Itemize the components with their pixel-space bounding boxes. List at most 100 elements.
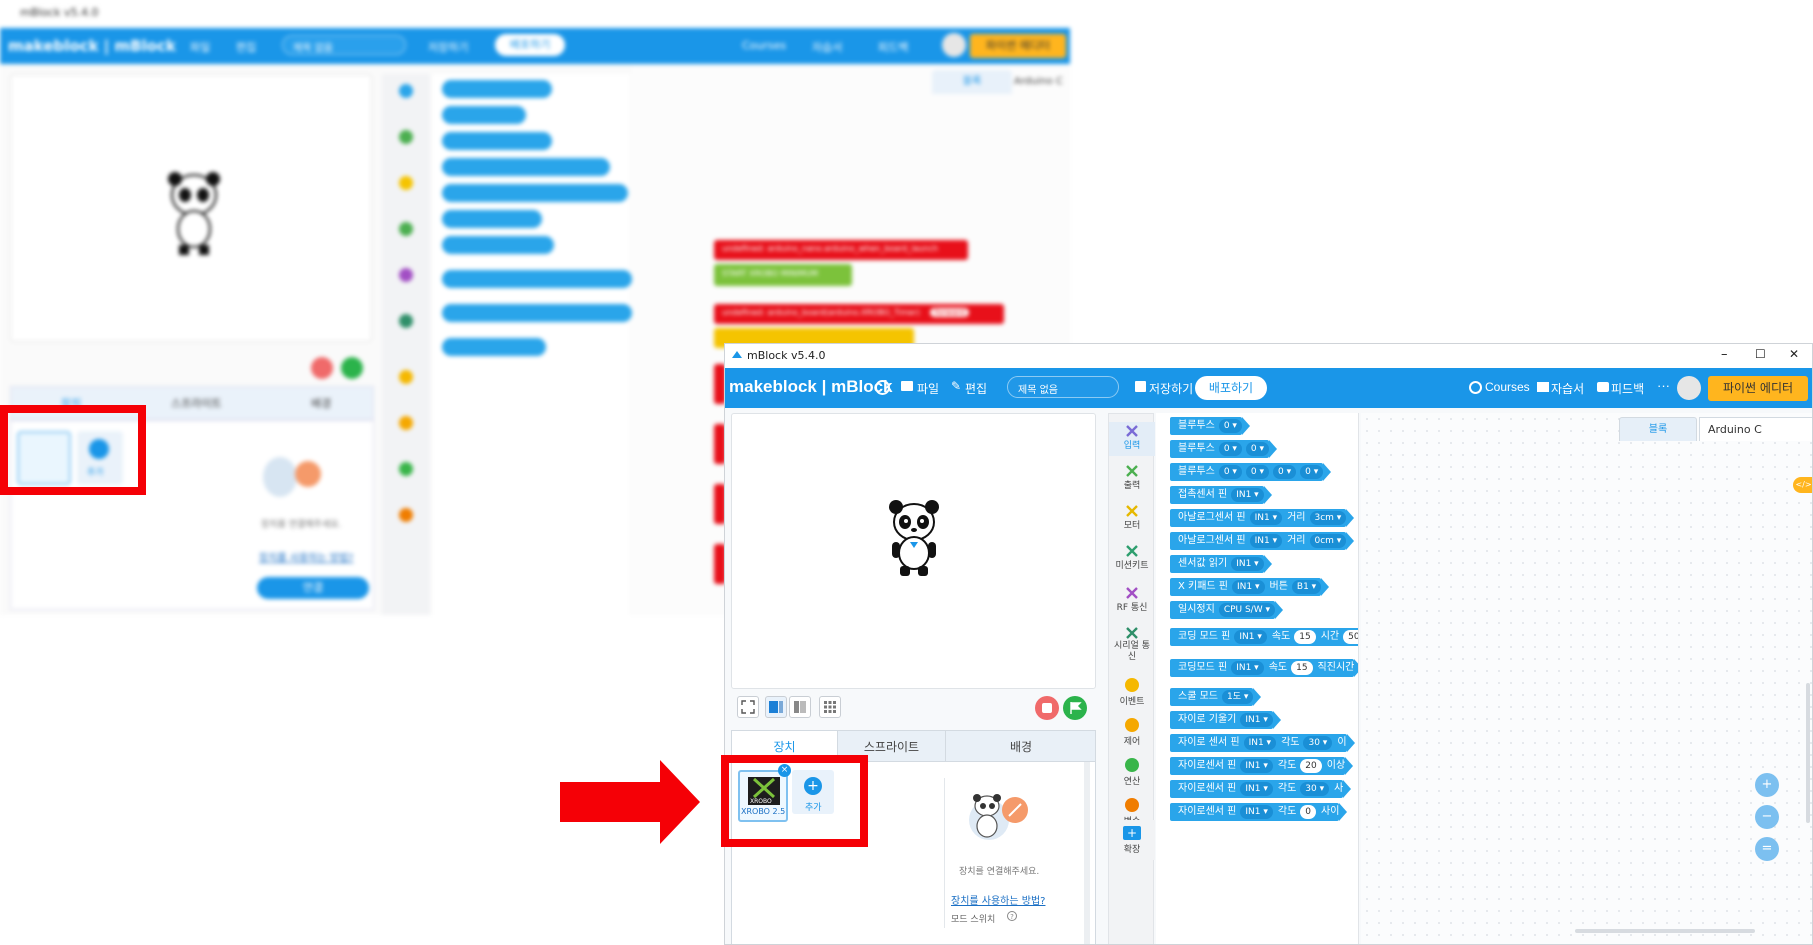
- block-parameter[interactable]: IN1 ▾: [1243, 736, 1277, 750]
- category-output[interactable]: 출력: [1109, 464, 1155, 491]
- go-button[interactable]: [1063, 696, 1087, 720]
- category-input[interactable]: 입력: [1109, 422, 1155, 456]
- palette-block[interactable]: 일시정지 CPU S/W ▾: [1170, 601, 1283, 619]
- grid-view-button[interactable]: [819, 696, 841, 718]
- zoom-in-button[interactable]: +: [1755, 773, 1779, 797]
- zoom-out-button[interactable]: −: [1755, 805, 1779, 829]
- python-editor-button[interactable]: 파이썬 에디터: [1708, 376, 1808, 401]
- palette-block[interactable]: 자이로 센서 핀 IN1 ▾ 각도 30 ▾ 이: [1170, 734, 1355, 752]
- block-parameter[interactable]: 50: [1343, 630, 1358, 644]
- block-parameter[interactable]: 0 ▾: [1218, 465, 1242, 479]
- stage[interactable]: [731, 413, 1096, 689]
- block-parameter[interactable]: 1도 ▾: [1221, 690, 1254, 704]
- menu-file[interactable]: 파일: [917, 380, 939, 397]
- block-parameter[interactable]: 0 ▾: [1245, 442, 1270, 456]
- palette-block[interactable]: 자이로센서 핀 IN1 ▾ 각도 20 이상: [1170, 757, 1354, 775]
- project-name-input[interactable]: 제목 없음: [1007, 376, 1119, 398]
- publish-button[interactable]: 배포하기: [1195, 376, 1267, 400]
- block-label: X 키패드 핀: [1178, 581, 1229, 592]
- block-text: 버튼: [1269, 581, 1288, 592]
- menu-tutorial[interactable]: 자습서: [1551, 380, 1584, 397]
- palette-block[interactable]: 블루투스 0 ▾: [1170, 417, 1250, 435]
- block-parameter[interactable]: 0 ▾: [1300, 465, 1324, 479]
- palette-block[interactable]: 자이로센서 핀 IN1 ▾ 각도 0 사이: [1170, 803, 1348, 821]
- palette-block[interactable]: 코딩모드 핀 IN1 ▾ 속도 15 직진시간: [1170, 659, 1358, 677]
- script-canvas[interactable]: 블록 Arduino C </> + − =: [1361, 413, 1812, 944]
- palette-block[interactable]: 스쿨 모드 1도 ▾: [1170, 688, 1262, 706]
- stop-button[interactable]: [1035, 696, 1059, 720]
- fullscreen-button[interactable]: [737, 696, 759, 718]
- layout-small-button[interactable]: [789, 696, 811, 718]
- code-toggle-icon[interactable]: </>: [1793, 477, 1812, 493]
- save-button[interactable]: 저장하기: [1149, 380, 1193, 397]
- category-serial[interactable]: 시리얼 통신: [1109, 626, 1155, 663]
- block-text: 속도: [1268, 662, 1288, 673]
- category-control[interactable]: 제어: [1109, 718, 1155, 747]
- bg-connect-button: 연결: [257, 577, 369, 599]
- canvas-horizontal-scrollbar[interactable]: [1575, 929, 1755, 933]
- tab-arduino-c[interactable]: Arduino C: [1699, 417, 1812, 441]
- close-button[interactable]: ✕: [1789, 347, 1799, 361]
- palette-block[interactable]: 블루투스 0 ▾ 0 ▾ 0 ▾ 0 ▾: [1170, 463, 1332, 481]
- maximize-button[interactable]: ☐: [1755, 347, 1766, 361]
- panda-sprite-icon[interactable]: [884, 496, 944, 578]
- menu-courses[interactable]: Courses: [1485, 380, 1530, 394]
- globe-icon[interactable]: [875, 380, 890, 395]
- palette-block[interactable]: 블루투스 0 ▾ 0 ▾: [1170, 440, 1278, 458]
- block-parameter[interactable]: IN1 ▾: [1249, 534, 1283, 548]
- more-icon[interactable]: ···: [1657, 378, 1670, 393]
- layout-large-button[interactable]: [765, 696, 787, 718]
- block-parameter[interactable]: 3cm ▾: [1309, 511, 1347, 525]
- block-parameter[interactable]: IN1 ▾: [1240, 759, 1273, 773]
- block-parameter[interactable]: 0cm ▾: [1309, 534, 1347, 548]
- tab-background[interactable]: 배경: [946, 731, 1096, 763]
- block-parameter[interactable]: 20: [1300, 759, 1322, 773]
- block-parameter[interactable]: IN1 ▾: [1231, 557, 1264, 571]
- tab-blocks[interactable]: 블록: [1619, 417, 1697, 441]
- palette-block[interactable]: 자이로센서 핀 IN1 ▾ 각도 30 ▾ 사: [1170, 780, 1352, 798]
- serial-category-icon: [1126, 627, 1138, 639]
- block-parameter[interactable]: 30 ▾: [1303, 736, 1333, 750]
- help-icon[interactable]: ?: [1007, 911, 1017, 921]
- palette-block[interactable]: X 키패드 핀 IN1 ▾ 버튼 B1 ▾: [1170, 578, 1330, 596]
- minimize-button[interactable]: –: [1721, 347, 1728, 362]
- category-event[interactable]: 이벤트: [1109, 678, 1155, 707]
- menu-edit[interactable]: 편집: [965, 380, 987, 397]
- block-parameter[interactable]: B1 ▾: [1291, 580, 1322, 594]
- category-mission-kit[interactable]: 미션키트: [1109, 544, 1155, 571]
- zoom-reset-button[interactable]: =: [1755, 837, 1779, 861]
- category-motor[interactable]: 모터: [1109, 504, 1155, 531]
- canvas-vertical-scrollbar[interactable]: [1806, 683, 1810, 823]
- menu-feedback[interactable]: 피드백: [1611, 380, 1644, 397]
- extension-button[interactable]: + 확장: [1109, 820, 1155, 860]
- block-parameter[interactable]: 15: [1294, 630, 1316, 644]
- palette-block[interactable]: 센서값 읽기 IN1 ▾: [1170, 555, 1272, 573]
- block-parameter[interactable]: IN1 ▾: [1234, 630, 1267, 644]
- block-parameter[interactable]: IN1 ▾: [1232, 580, 1265, 594]
- block-parameter[interactable]: IN1 ▾: [1240, 782, 1273, 796]
- palette-block[interactable]: 자이로 기울기 IN1 ▾: [1170, 711, 1281, 729]
- category-rf[interactable]: RF 통신: [1109, 586, 1155, 613]
- block-parameter[interactable]: IN1 ▾: [1231, 661, 1264, 675]
- avatar[interactable]: [1677, 376, 1701, 400]
- block-parameter[interactable]: CPU S/W ▾: [1218, 603, 1275, 617]
- block-parameter[interactable]: IN1 ▾: [1240, 713, 1273, 727]
- block-parameter[interactable]: 0 ▾: [1218, 442, 1242, 456]
- block-parameter[interactable]: 15: [1291, 661, 1313, 675]
- block-parameter[interactable]: 0 ▾: [1218, 419, 1242, 433]
- palette-block[interactable]: 아날로그센서 핀 IN1 ▾ 거리 0cm ▾: [1170, 532, 1355, 550]
- device-scrollbar[interactable]: [1084, 762, 1090, 944]
- wrench-icon: ✎: [951, 379, 962, 393]
- block-parameter[interactable]: IN1 ▾: [1240, 805, 1273, 819]
- block-parameter[interactable]: 0 ▾: [1245, 465, 1270, 479]
- block-parameter[interactable]: IN1 ▾: [1249, 511, 1283, 525]
- block-parameter[interactable]: 0 ▾: [1273, 465, 1297, 479]
- block-parameter[interactable]: 0: [1300, 805, 1317, 819]
- palette-block[interactable]: 접촉센서 핀 IN1 ▾: [1170, 486, 1272, 504]
- palette-block[interactable]: 아날로그센서 핀 IN1 ▾ 거리 3cm ▾: [1170, 509, 1355, 527]
- block-parameter[interactable]: IN1 ▾: [1231, 488, 1264, 502]
- block-parameter[interactable]: 30 ▾: [1300, 782, 1330, 796]
- category-operator[interactable]: 연산: [1109, 758, 1155, 787]
- palette-block[interactable]: 코딩 모드 핀 IN1 ▾ 속도 15 시간 50: [1170, 628, 1358, 646]
- device-help-link[interactable]: 장치를 사용하는 방법?: [951, 892, 1045, 907]
